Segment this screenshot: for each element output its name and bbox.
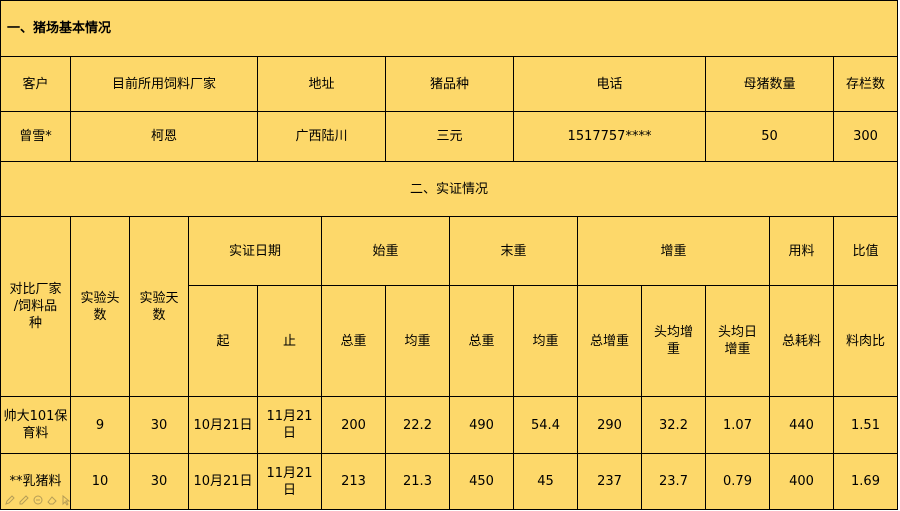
table-row-1-days: 30 [130,397,189,454]
header-feed-supplier: 目前所用饲料厂家 [71,57,258,112]
subheader-feed-total: 总耗料 [770,286,834,397]
subheader-to: 止 [258,286,322,397]
table-row-2-from: 10月21日 [189,454,258,510]
header-compare-feed: 对比厂家 /饲料品 种 [1,217,71,397]
value-customer: 曾雪* [1,112,71,162]
header-sow-count: 母猪数量 [706,57,834,112]
subheader-start-total: 总重 [322,286,386,397]
subheader-gain-total: 总增重 [578,286,642,397]
value-sow-count: 50 [706,112,834,162]
link-icon[interactable] [32,494,44,506]
subheader-end-total: 总重 [450,286,514,397]
pencil-icon[interactable] [18,494,30,506]
value-address: 广西陆川 [258,112,386,162]
header-ratio: 比值 [834,217,898,286]
subheader-end-avg: 均重 [514,286,578,397]
subheader-start-avg: 均重 [386,286,450,397]
cursor-icon[interactable] [60,494,72,506]
section1-title: 一、猪场基本情况 [1,1,898,57]
table-row-2-days: 30 [130,454,189,510]
table-row-1-heads: 9 [71,397,130,454]
header-breed: 猪品种 [386,57,514,112]
header-weight-gain: 增重 [578,217,770,286]
table-row-1-gain-total: 290 [578,397,642,454]
annotation-toolbar [4,494,72,506]
table-row-2-end-total: 450 [450,454,514,510]
table-row-2-gain-total: 237 [578,454,642,510]
table-row-1-name: 帅大101保 育料 [1,397,71,454]
value-breed: 三元 [386,112,514,162]
table-row-1-to: 11月21日 [258,397,322,454]
table-row-1-start-avg: 22.2 [386,397,450,454]
header-test-date: 实证日期 [189,217,322,286]
table-row-2-ratio: 1.69 [834,454,898,510]
table-row-1-from: 10月21日 [189,397,258,454]
table-row-1-end-avg: 54.4 [514,397,578,454]
header-address: 地址 [258,57,386,112]
table-row-2-daily-gain: 0.79 [706,454,770,510]
subheader-feed-meat-ratio: 料肉比 [834,286,898,397]
table-row-2-start-avg: 21.3 [386,454,450,510]
table-row-1-ratio: 1.51 [834,397,898,454]
header-end-weight: 末重 [450,217,578,286]
table-row-1-daily-gain: 1.07 [706,397,770,454]
table-row-1-gain-per-head: 32.2 [642,397,706,454]
eraser-icon[interactable] [46,494,58,506]
header-phone: 电话 [514,57,706,112]
table-row-2-feed-total: 400 [770,454,834,510]
spreadsheet-table: 一、猪场基本情况 客户 目前所用饲料厂家 地址 猪品种 电话 母猪数量 存栏数 … [0,0,898,510]
section2-title: 二、实证情况 [1,162,898,217]
subheader-gain-per-head: 头均增 重 [642,286,706,397]
value-phone: 1517757**** [514,112,706,162]
subheader-daily-gain: 头均日 增重 [706,286,770,397]
table-row-1-start-total: 200 [322,397,386,454]
table-row-2-end-avg: 45 [514,454,578,510]
table-row-2-to: 11月21日 [258,454,322,510]
table-row-1-feed-total: 440 [770,397,834,454]
header-stock-count: 存栏数 [834,57,898,112]
header-test-heads: 实验头 数 [71,217,130,397]
table-row-2-start-total: 213 [322,454,386,510]
subheader-from: 起 [189,286,258,397]
pen-icon[interactable] [4,494,16,506]
header-customer: 客户 [1,57,71,112]
table-row-2-heads: 10 [71,454,130,510]
table-row-1-end-total: 490 [450,397,514,454]
header-feed: 用料 [770,217,834,286]
header-test-days: 实验天 数 [130,217,189,397]
value-stock-count: 300 [834,112,898,162]
header-start-weight: 始重 [322,217,450,286]
value-feed-supplier: 柯恩 [71,112,258,162]
table-row-2-gain-per-head: 23.7 [642,454,706,510]
